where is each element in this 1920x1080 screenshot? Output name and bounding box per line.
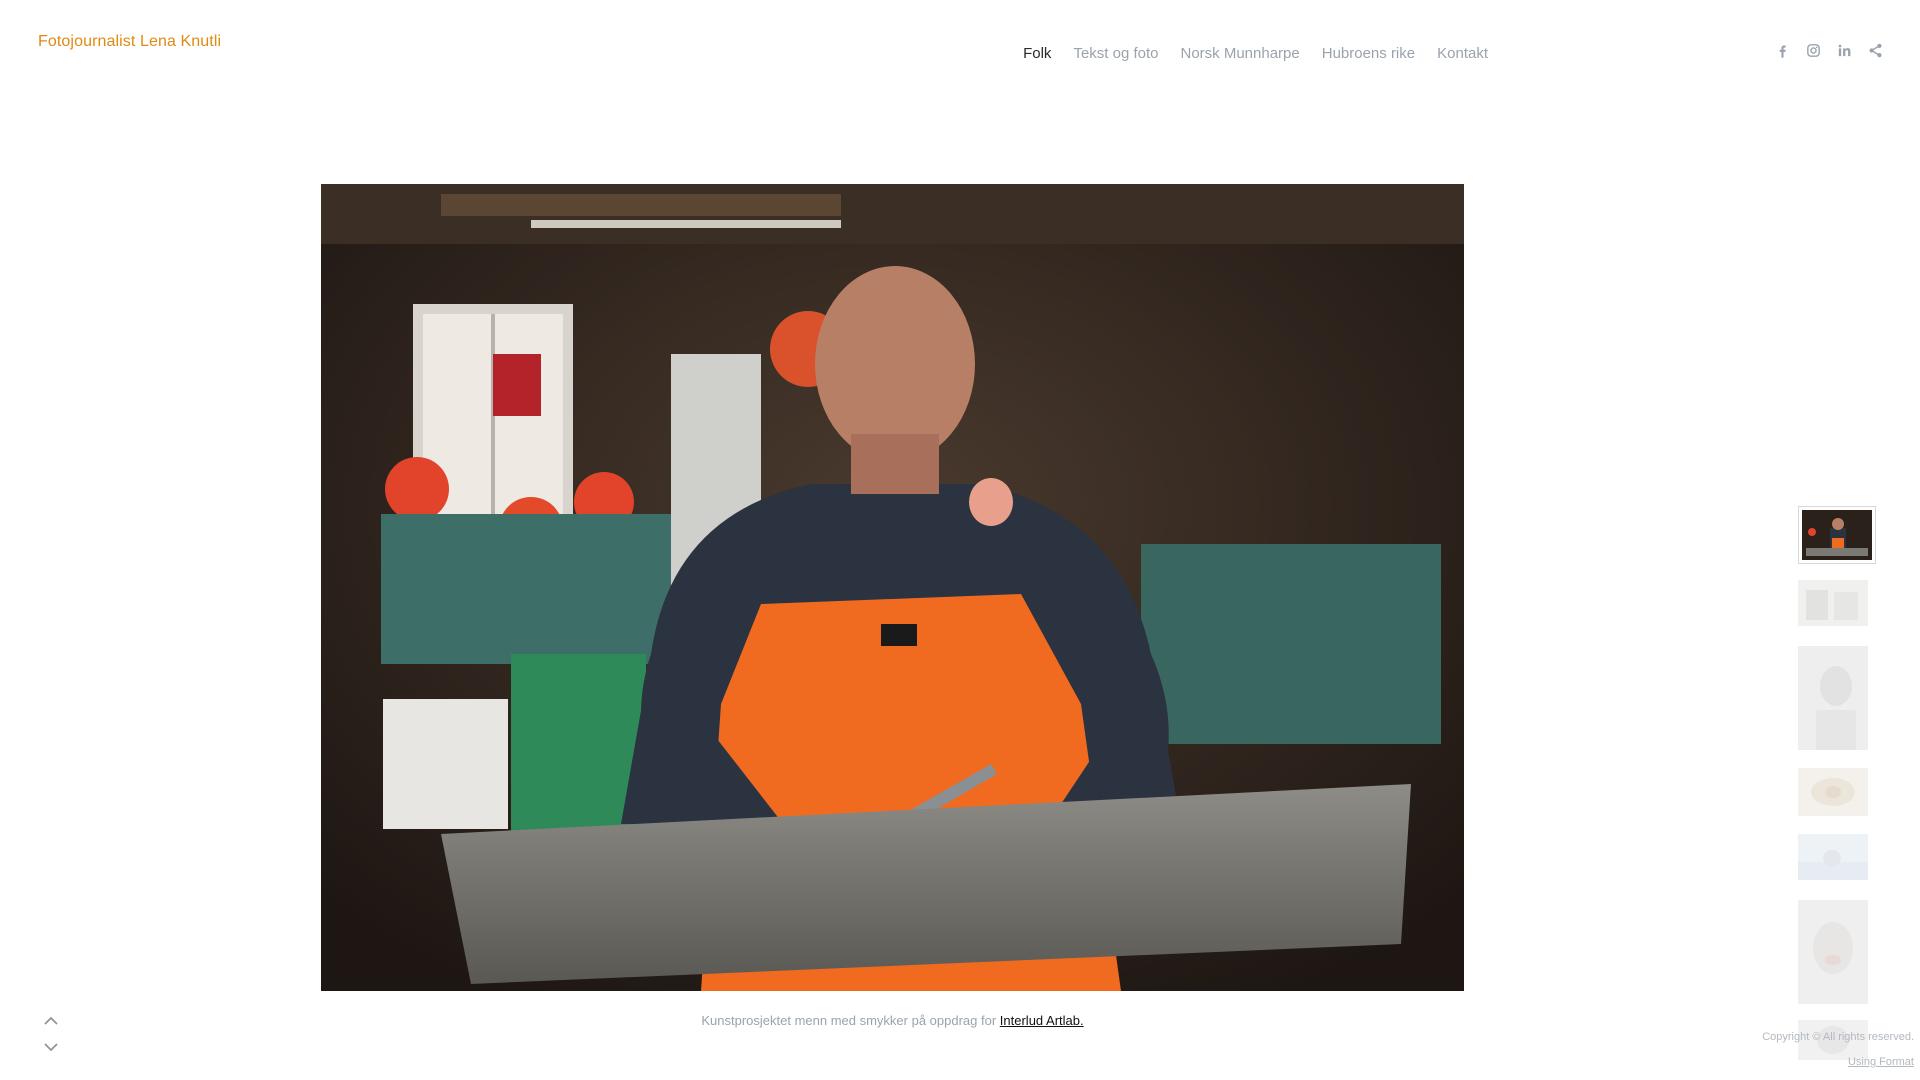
- using-format-link[interactable]: Using Format: [1848, 1056, 1914, 1068]
- page: Fotojournalist Lena Knutli Folk Tekst og…: [0, 0, 1920, 1080]
- copyright-text: Copyright © All rights reserved.: [1762, 1031, 1914, 1043]
- instagram-icon[interactable]: [1805, 42, 1822, 59]
- nav-item-folk[interactable]: Folk: [1023, 45, 1051, 62]
- previous-arrow-icon[interactable]: [42, 1014, 60, 1028]
- facebook-icon[interactable]: [1774, 42, 1791, 59]
- social-links: [1774, 42, 1884, 59]
- thumbnail-6[interactable]: [1798, 900, 1868, 1004]
- share-icon[interactable]: [1867, 42, 1884, 59]
- main-nav: Folk Tekst og foto Norsk Munnharpe Hubro…: [1023, 45, 1488, 62]
- nav-item-norsk-munnharpe[interactable]: Norsk Munnharpe: [1181, 45, 1300, 62]
- nav-item-kontakt[interactable]: Kontakt: [1437, 45, 1488, 62]
- nav-item-hubroens-rike[interactable]: Hubroens rike: [1322, 45, 1415, 62]
- linkedin-icon[interactable]: [1836, 42, 1853, 59]
- caption-text: Kunstprosjektet menn med smykker på oppd…: [701, 1013, 1000, 1028]
- thumbnail-2[interactable]: [1798, 580, 1868, 626]
- thumbnail-4[interactable]: [1798, 768, 1868, 816]
- nav-item-tekst-og-foto[interactable]: Tekst og foto: [1073, 45, 1158, 62]
- photo-caption: Kunstprosjektet menn med smykker på oppd…: [321, 1013, 1464, 1028]
- thumbnail-5[interactable]: [1798, 834, 1868, 880]
- next-arrow-icon[interactable]: [42, 1040, 60, 1054]
- main-photo[interactable]: [321, 184, 1464, 991]
- site-title[interactable]: Fotojournalist Lena Knutli: [38, 33, 221, 51]
- caption-link[interactable]: Interlud Artlab.: [1000, 1013, 1084, 1028]
- thumbnail-3[interactable]: [1798, 646, 1868, 750]
- thumbnail-1[interactable]: [1798, 506, 1876, 564]
